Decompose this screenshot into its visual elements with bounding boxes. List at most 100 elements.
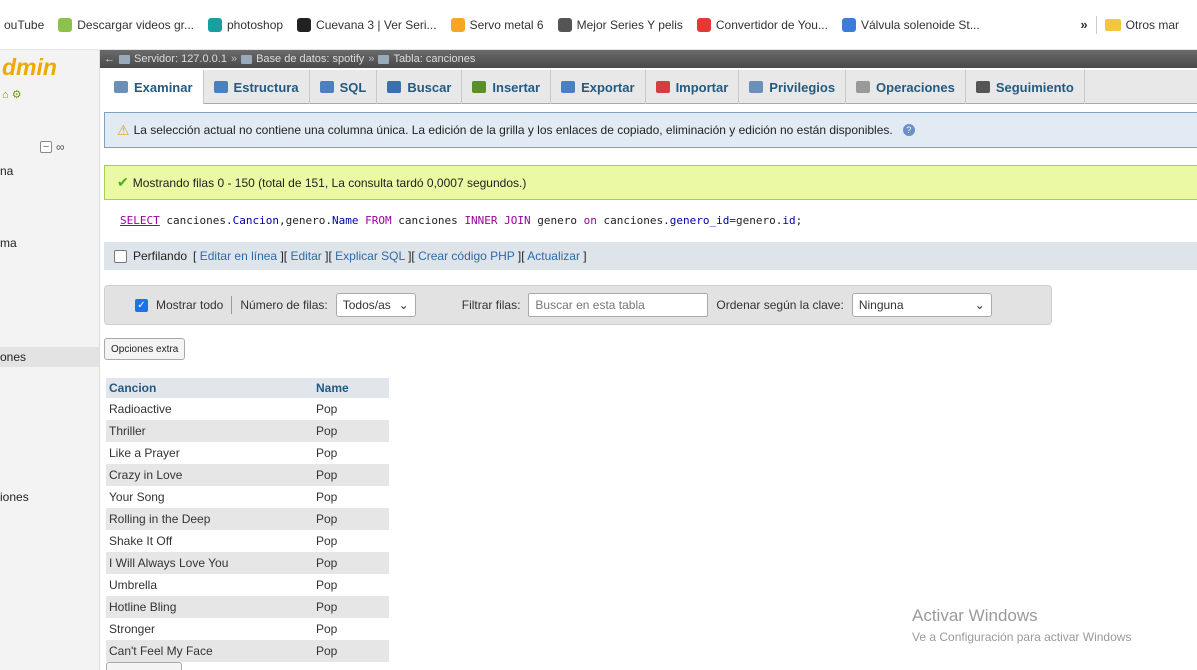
- breadcrumb-server[interactable]: Servidor: 127.0.0.1: [134, 53, 227, 65]
- breadcrumb-database[interactable]: Base de datos: spotify: [256, 53, 364, 65]
- nav-item-2[interactable]: ma: [0, 236, 17, 250]
- profiling-checkbox[interactable]: [114, 249, 127, 263]
- show-all-label[interactable]: Mostrar todo: [156, 298, 223, 312]
- profiling-link[interactable]: Editar: [290, 249, 321, 263]
- bookmark-item[interactable]: Convertidor de You...: [696, 17, 828, 32]
- nav-item-1[interactable]: na: [0, 164, 13, 178]
- sql-select-keyword[interactable]: SELECT: [120, 214, 160, 227]
- convert-icon: [696, 17, 711, 32]
- bookmark-item[interactable]: Cuevana 3 | Ver Seri...: [297, 17, 437, 32]
- sql-icon: [319, 81, 334, 93]
- table-row[interactable]: Thriller Pop: [106, 420, 389, 442]
- tab-label: Exportar: [581, 79, 635, 95]
- bookmark-item[interactable]: Válvula solenoide St...: [841, 17, 980, 32]
- tab-sql[interactable]: SQL: [310, 70, 378, 104]
- tab-privilegios[interactable]: Privilegios: [739, 70, 847, 104]
- bookmark-item[interactable]: Mejor Series Y pelis: [557, 17, 683, 32]
- nav-home-icons[interactable]: ⌂ ⚙: [2, 88, 22, 101]
- cell-name: Pop: [313, 464, 389, 486]
- sql-field: Name: [331, 214, 359, 227]
- sql-text: ,genero.: [278, 214, 332, 227]
- amazon-icon: [450, 17, 465, 32]
- table-row[interactable]: Crazy in Love Pop: [106, 464, 389, 486]
- nav-item-4[interactable]: iones: [0, 490, 29, 504]
- profiling-link[interactable]: Actualizar: [527, 249, 580, 263]
- cell-name: Pop: [313, 552, 389, 574]
- tab-exportar[interactable]: Exportar: [551, 70, 646, 104]
- table-row[interactable]: I Will Always Love You Pop: [106, 552, 389, 574]
- table-row[interactable]: Like a Prayer Pop: [106, 442, 389, 464]
- tab-label: Importar: [675, 79, 729, 95]
- other-bookmarks[interactable]: Otros mar: [1104, 18, 1179, 32]
- sql-text: canciones.: [159, 214, 233, 227]
- bookmarks-overflow-button[interactable]: »: [1080, 17, 1087, 32]
- tab-estructura[interactable]: Estructura: [204, 70, 310, 104]
- breadcrumb-table[interactable]: Tabla: canciones: [393, 53, 475, 65]
- sql-field: Cancion: [232, 214, 279, 227]
- phpmyadmin-logo[interactable]: dmin: [2, 54, 57, 81]
- profiling-label: Perfilando: [133, 249, 188, 263]
- help-icon[interactable]: ?: [902, 124, 915, 136]
- tab-importar[interactable]: Importar: [646, 70, 740, 104]
- cell-name: Pop: [313, 640, 389, 662]
- table-row[interactable]: Umbrella Pop: [106, 574, 389, 596]
- table-row[interactable]: Rolling in the Deep Pop: [106, 508, 389, 530]
- profiling-link[interactable]: Explicar SQL: [335, 249, 405, 263]
- collapse-all-icon[interactable]: –: [40, 141, 52, 153]
- extra-options-button[interactable]: Opciones extra: [104, 338, 186, 360]
- tab-examinar[interactable]: Examinar: [104, 70, 204, 104]
- rows-select[interactable]: Todos/as ⌄: [335, 293, 416, 317]
- bookmark-item[interactable]: Descargar videos gr...: [58, 17, 194, 32]
- table-row[interactable]: Can't Feel My Face Pop: [106, 640, 389, 662]
- bookmark-item[interactable]: photoshop: [207, 17, 283, 32]
- table-row[interactable]: Your Song Pop: [106, 486, 389, 508]
- table-row[interactable]: Radioactive Pop: [106, 398, 389, 420]
- bookmark-item[interactable]: Servo metal 6: [450, 17, 544, 32]
- link-icon[interactable]: ∞: [56, 140, 65, 154]
- sql-query: SELECT canciones.Cancion,genero.Name FRO…: [104, 200, 1197, 240]
- table-row[interactable]: Shake It Off Pop: [106, 530, 389, 552]
- windows-activation-watermark: Activar Windows Ve a Configuración para …: [912, 606, 1131, 644]
- back-arrow-icon[interactable]: ←: [104, 53, 115, 65]
- sql-field: genero_id: [669, 214, 730, 227]
- column-header-cancion[interactable]: Cancion: [106, 378, 313, 398]
- tab-bar: Examinar Estructura SQL Buscar Insertar Expor…: [104, 70, 1197, 104]
- show-all-checkbox[interactable]: ✓: [135, 298, 148, 312]
- photoshop-icon: [207, 17, 222, 32]
- cell-name: Pop: [313, 442, 389, 464]
- cuevana-icon: [297, 17, 312, 32]
- table-row[interactable]: Stronger Pop: [106, 618, 389, 640]
- bracket: [: [193, 249, 200, 263]
- tab-label: Operaciones: [876, 79, 955, 95]
- cell-cancion: Your Song: [106, 486, 313, 508]
- bookmark-label: Mejor Series Y pelis: [576, 17, 683, 32]
- operations-icon: [856, 81, 871, 93]
- profiling-link[interactable]: Editar en línea: [200, 249, 277, 263]
- tab-operaciones[interactable]: Operaciones: [846, 70, 966, 104]
- nav-item-3[interactable]: ones: [0, 347, 99, 367]
- watermark-title: Activar Windows: [912, 606, 1038, 625]
- tab-insertar[interactable]: Insertar: [462, 70, 552, 104]
- tab-label: Seguimiento: [995, 79, 1074, 95]
- partial-button[interactable]: [106, 662, 182, 670]
- tracking-icon: [975, 81, 990, 93]
- import-icon: [655, 81, 670, 93]
- bookmark-item[interactable]: ouTube: [4, 18, 44, 32]
- export-icon: [561, 81, 576, 93]
- filter-input[interactable]: Buscar en esta tabla: [528, 293, 709, 317]
- table-row[interactable]: Hotline Bling Pop: [106, 596, 389, 618]
- breadcrumb: ← Servidor: 127.0.0.1 » Base de datos: s…: [100, 50, 1197, 68]
- tab-buscar[interactable]: Buscar: [377, 70, 463, 104]
- profiling-links: [ Editar en línea ][ Editar ][ Explicar …: [193, 249, 587, 263]
- profiling-link[interactable]: Crear código PHP: [418, 249, 515, 263]
- server-icon: [119, 54, 130, 64]
- tab-seguimiento[interactable]: Seguimiento: [966, 70, 1085, 104]
- browse-icon: [114, 81, 128, 93]
- tab-label: Insertar: [492, 79, 541, 95]
- cell-cancion: I Will Always Love You: [106, 552, 313, 574]
- sort-select[interactable]: Ninguna ⌄: [851, 293, 992, 317]
- column-header-name[interactable]: Name: [313, 378, 389, 398]
- sql-text: canciones.: [596, 214, 670, 227]
- cell-name: Pop: [313, 508, 389, 530]
- sql-keyword: FROM: [358, 214, 392, 227]
